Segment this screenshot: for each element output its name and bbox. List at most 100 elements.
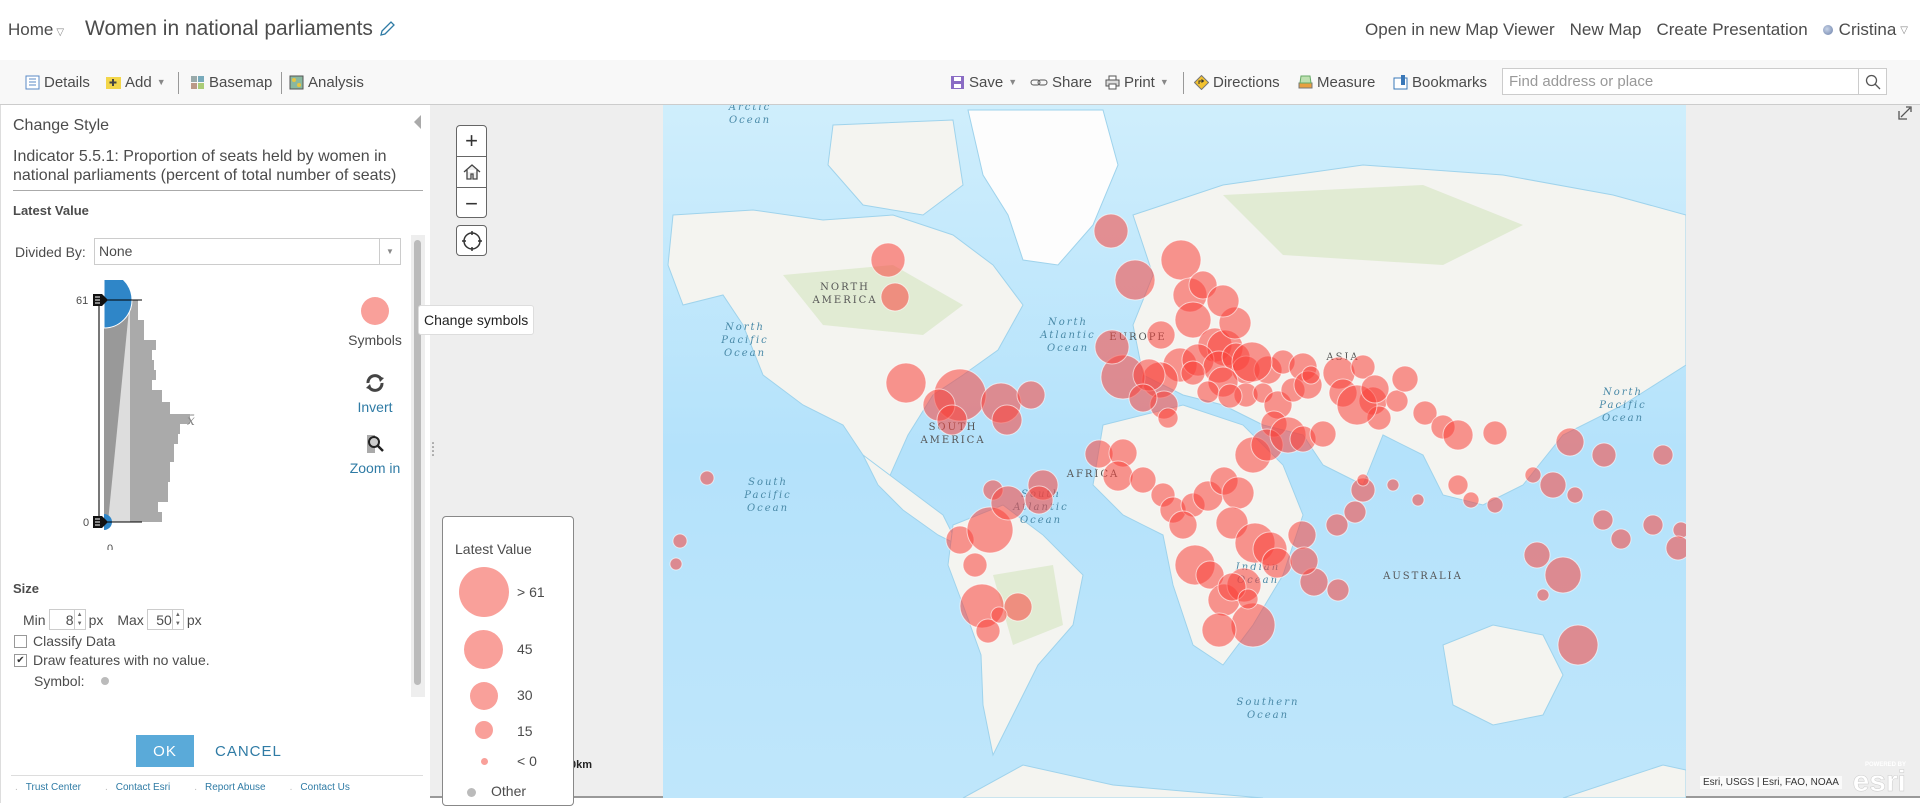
country-symbol[interactable] <box>1168 510 1198 540</box>
country-symbol[interactable] <box>1486 496 1504 514</box>
symbols-button[interactable]: Symbols <box>345 297 405 348</box>
country-symbol[interactable] <box>1231 341 1273 383</box>
country-symbol[interactable] <box>1566 486 1584 504</box>
country-symbol[interactable] <box>1652 444 1674 466</box>
decrement-icon[interactable]: ▼ <box>173 620 183 630</box>
country-symbol[interactable] <box>1128 383 1158 413</box>
country-symbol[interactable] <box>1442 419 1474 451</box>
ok-button[interactable]: OK <box>136 735 194 767</box>
country-symbol[interactable] <box>1237 588 1259 610</box>
default-extent-button[interactable] <box>457 157 486 188</box>
country-symbol[interactable] <box>672 533 688 549</box>
country-symbol[interactable] <box>991 404 1023 436</box>
world-map[interactable]: Arctic OceanNORTH AMERICANorth Pacific Ocean… <box>663 105 1686 798</box>
country-symbol[interactable] <box>1557 624 1599 666</box>
country-symbol[interactable] <box>1539 471 1567 499</box>
max-size-input[interactable] <box>147 611 172 628</box>
country-symbol[interactable] <box>1289 546 1319 576</box>
directions-button[interactable]: Directions <box>1194 60 1280 104</box>
country-symbol[interactable] <box>1196 380 1220 404</box>
country-symbol[interactable] <box>1287 520 1317 550</box>
country-symbol[interactable] <box>1180 360 1206 386</box>
country-symbol[interactable] <box>1309 420 1337 448</box>
country-symbol[interactable] <box>1201 612 1237 648</box>
collapse-panel-icon[interactable] <box>414 115 421 129</box>
report-abuse-link[interactable]: Report Abuse <box>194 782 266 793</box>
add-button[interactable]: Add ▼ <box>106 60 166 104</box>
bookmarks-button[interactable]: Bookmarks <box>1393 60 1487 104</box>
country-symbol[interactable] <box>1447 474 1469 496</box>
edit-pencil-icon[interactable] <box>378 20 396 38</box>
country-symbol[interactable] <box>1157 407 1179 429</box>
country-symbol[interactable] <box>1385 389 1409 413</box>
contact-us-link[interactable]: Contact Us <box>290 782 349 793</box>
country-symbol[interactable] <box>990 485 1026 521</box>
country-symbol[interactable] <box>870 242 906 278</box>
country-symbol[interactable] <box>1343 500 1367 524</box>
country-symbol[interactable] <box>990 606 1008 624</box>
country-symbol[interactable] <box>1360 374 1390 404</box>
increment-icon[interactable]: ▲ <box>173 610 183 620</box>
details-button[interactable]: Details <box>25 60 90 104</box>
print-button[interactable]: Print ▼ <box>1105 60 1169 104</box>
country-symbol[interactable] <box>1411 493 1425 507</box>
zoom-in-histogram-button[interactable]: Zoom in <box>342 433 408 476</box>
open-new-map-viewer-link[interactable]: Open in new Map Viewer <box>1365 20 1555 40</box>
country-symbol[interactable] <box>1391 365 1419 393</box>
country-symbol[interactable] <box>1592 509 1614 531</box>
increment-icon[interactable]: ▲ <box>75 610 85 620</box>
draw-no-value-checkbox[interactable]: ✔ <box>14 653 27 667</box>
country-symbol[interactable] <box>1102 460 1134 492</box>
min-size-input[interactable] <box>49 611 74 628</box>
locate-button[interactable] <box>456 225 487 256</box>
save-button[interactable]: Save ▼ <box>950 60 1017 104</box>
create-presentation-link[interactable]: Create Presentation <box>1656 20 1807 40</box>
decrement-icon[interactable]: ▼ <box>75 620 85 630</box>
country-symbol[interactable] <box>1146 320 1176 350</box>
country-symbol[interactable] <box>1326 578 1350 602</box>
country-symbol[interactable] <box>962 552 988 578</box>
new-map-link[interactable]: New Map <box>1570 20 1642 40</box>
country-symbol[interactable] <box>1482 420 1508 446</box>
country-symbol[interactable] <box>1544 556 1582 594</box>
user-menu[interactable]: Cristina ▽ <box>1822 20 1908 40</box>
country-symbol[interactable] <box>1301 365 1321 385</box>
country-symbol[interactable] <box>1114 259 1156 301</box>
measure-button[interactable]: Measure <box>1298 60 1375 104</box>
panel-resize-handle[interactable] <box>430 440 436 460</box>
zoom-out-button[interactable]: − <box>457 188 486 219</box>
country-symbol[interactable] <box>1591 442 1617 468</box>
country-symbol[interactable] <box>1555 427 1585 457</box>
country-symbol[interactable] <box>1217 383 1243 409</box>
country-symbol[interactable] <box>1610 528 1632 550</box>
expand-icon[interactable] <box>1897 105 1913 121</box>
country-symbol[interactable] <box>1206 284 1240 318</box>
country-symbol[interactable] <box>699 470 715 486</box>
basemap-button[interactable]: Basemap <box>190 60 272 104</box>
country-symbol[interactable] <box>1093 213 1129 249</box>
country-symbol[interactable] <box>1221 476 1255 510</box>
share-button[interactable]: Share <box>1030 60 1092 104</box>
country-symbol[interactable] <box>1536 588 1550 602</box>
country-symbol[interactable] <box>1261 547 1293 579</box>
cancel-button[interactable]: CANCEL <box>215 735 282 767</box>
country-symbol[interactable] <box>1386 478 1400 492</box>
contact-esri-link[interactable]: Contact Esri <box>105 782 170 793</box>
country-symbol[interactable] <box>1642 514 1664 536</box>
country-symbol[interactable] <box>1003 592 1033 622</box>
trust-center-link[interactable]: Trust Center <box>15 782 81 793</box>
search-input[interactable] <box>1503 69 1858 94</box>
country-symbol[interactable] <box>1024 485 1054 515</box>
divided-by-select[interactable]: None ▼ <box>94 238 401 265</box>
country-symbol[interactable] <box>885 362 927 404</box>
invert-button[interactable]: Invert <box>345 372 405 415</box>
country-symbol[interactable] <box>1356 473 1370 487</box>
esri-logo[interactable]: POWERED BY esri <box>1842 758 1908 794</box>
country-symbol[interactable] <box>1230 602 1276 648</box>
country-symbol[interactable] <box>936 404 968 436</box>
country-symbol[interactable] <box>1094 329 1130 365</box>
country-symbol[interactable] <box>1523 541 1551 569</box>
home-menu[interactable]: Home ▽ <box>8 20 64 40</box>
country-symbol[interactable] <box>1325 513 1349 537</box>
zoom-in-button[interactable]: + <box>457 126 486 157</box>
